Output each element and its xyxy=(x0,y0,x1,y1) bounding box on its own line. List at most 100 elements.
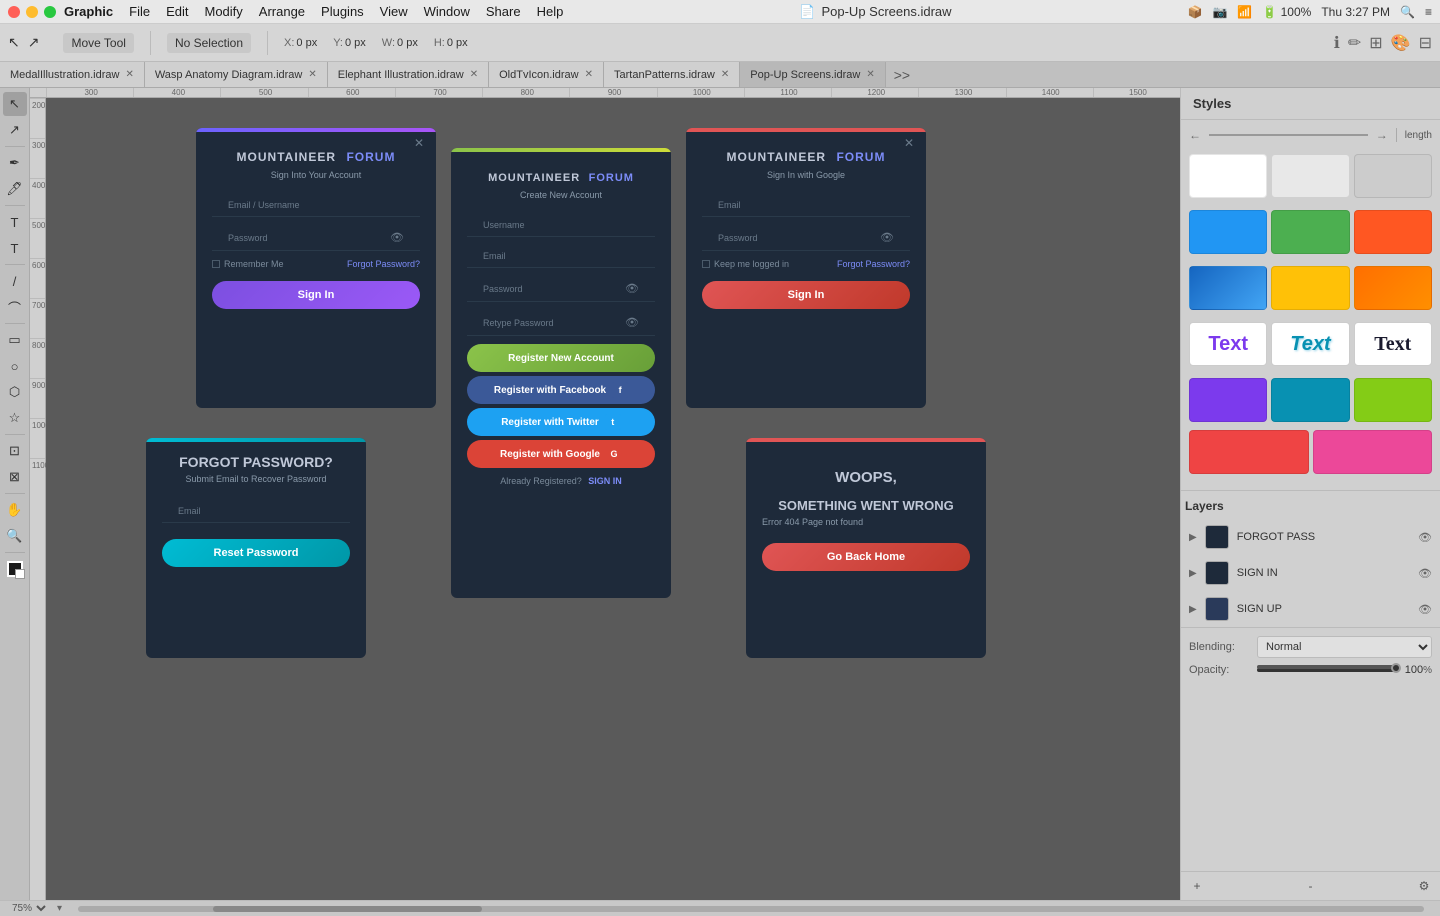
menu-plugins[interactable]: Plugins xyxy=(321,4,364,19)
add-layer-btn[interactable]: + xyxy=(1189,878,1205,894)
tab-oldtv[interactable]: OldTvIcon.idraw ✕ xyxy=(489,62,604,88)
sign-in-link[interactable]: SIGN IN xyxy=(588,476,622,486)
left-arrow-btn[interactable]: ← xyxy=(1189,128,1201,142)
arc-tool[interactable]: ⌒ xyxy=(3,295,27,319)
menu-share[interactable]: Share xyxy=(486,4,521,19)
create-retype-field[interactable]: Retype Password 👁 xyxy=(467,310,655,336)
tab-close-medal[interactable]: ✕ xyxy=(125,69,133,80)
facebook-btn[interactable]: Register with Facebook f xyxy=(467,376,655,404)
card-signin[interactable]: ✕ MOUNTAINEER FORUM Sign Into Your Accou… xyxy=(196,128,436,408)
card-error404[interactable]: WOOPS, SOMETHING WENT WRONG Error 404 Pa… xyxy=(746,438,986,658)
text-swatch-serif[interactable]: Text xyxy=(1354,322,1432,366)
crop-tool[interactable]: ⊠ xyxy=(3,465,27,489)
traffic-lights[interactable] xyxy=(8,6,56,18)
google-forgot-link[interactable]: Forgot Password? xyxy=(837,259,910,269)
minimize-button[interactable] xyxy=(26,6,38,18)
google-btn[interactable]: Register with Google G xyxy=(467,440,655,468)
signin-password-field[interactable]: Password 👁 xyxy=(212,225,420,251)
google-email-field[interactable]: Email xyxy=(702,194,910,217)
go-home-btn[interactable]: Go Back Home xyxy=(762,543,970,571)
pen-icon[interactable]: ✏ xyxy=(1348,33,1361,53)
card-google-signin[interactable]: ✕ MOUNTAINEER FORUM Sign In with Google … xyxy=(686,128,926,408)
direct-select-tool[interactable]: ↗ xyxy=(3,118,27,142)
google-eye-icon[interactable]: 👁 xyxy=(880,231,894,244)
swatch-pink[interactable] xyxy=(1313,430,1433,474)
swatch-orange[interactable] xyxy=(1354,210,1432,254)
layer-signin[interactable]: ▶ SIGN IN 👁 xyxy=(1181,555,1440,591)
swatch-red[interactable] xyxy=(1189,430,1309,474)
signin-close-btn[interactable]: ✕ xyxy=(414,136,428,150)
text-tool[interactable]: T xyxy=(3,210,27,234)
card-forgot-password[interactable]: FORGOT PASSWORD? Submit Email to Recover… xyxy=(146,438,366,658)
tab-tartan[interactable]: TartanPatterns.idraw ✕ xyxy=(604,62,740,88)
paint-icon[interactable]: 🎨 xyxy=(1391,33,1411,53)
right-arrow-btn[interactable]: → xyxy=(1376,128,1388,142)
swatch-white[interactable] xyxy=(1189,154,1267,198)
zoom-tool[interactable]: 🔍 xyxy=(3,524,27,548)
signin-btn[interactable]: Sign In xyxy=(212,281,420,309)
google-signin-btn[interactable]: Sign In xyxy=(702,281,910,309)
tab-popup[interactable]: Pop-Up Screens.idraw ✕ xyxy=(740,62,885,88)
card-create-account[interactable]: MOUNTAINEER FORUM Create New Account Use… xyxy=(451,148,671,598)
fullscreen-button[interactable] xyxy=(44,6,56,18)
select-tool-icon[interactable]: ↖ xyxy=(8,34,20,51)
opacity-slider[interactable] xyxy=(1257,668,1397,672)
swatch-lime[interactable] xyxy=(1354,378,1432,422)
google-remember-checkbox[interactable] xyxy=(702,260,710,268)
create-eye-icon[interactable]: 👁 xyxy=(625,282,639,295)
tab-medal[interactable]: MedalIllustration.idraw ✕ xyxy=(0,62,145,88)
direct-select-icon[interactable]: ↗ xyxy=(28,34,40,51)
tab-close-wasp[interactable]: ✕ xyxy=(308,69,316,80)
rect-tool[interactable]: ▭ xyxy=(3,328,27,352)
text-swatch-bold[interactable]: Text xyxy=(1189,322,1267,366)
tab-close-oldtv[interactable]: ✕ xyxy=(585,69,593,80)
layer-eye-signup[interactable]: 👁 xyxy=(1418,603,1432,616)
grid-icon[interactable]: ⊞ xyxy=(1369,33,1382,53)
swatch-yellow[interactable] xyxy=(1271,266,1349,310)
menu-window[interactable]: Window xyxy=(424,4,470,19)
tab-wasp[interactable]: Wasp Anatomy Diagram.idraw ✕ xyxy=(145,62,328,88)
menu-edit[interactable]: Edit xyxy=(166,4,188,19)
swatch-gray[interactable] xyxy=(1354,154,1432,198)
zoom-select[interactable]: 75% xyxy=(8,902,49,915)
type-tool[interactable]: T xyxy=(3,236,27,260)
circle-tool[interactable]: ○ xyxy=(3,354,27,378)
signin-remember-checkbox[interactable] xyxy=(212,260,220,268)
menu-arrange[interactable]: Arrange xyxy=(259,4,305,19)
tab-close-tartan[interactable]: ✕ xyxy=(721,69,729,80)
brush-tool[interactable]: 🖊 xyxy=(3,177,27,201)
h-scrollbar-track[interactable] xyxy=(78,906,1424,912)
swatch-blue[interactable] xyxy=(1189,210,1267,254)
google-password-field[interactable]: Password 👁 xyxy=(702,225,910,251)
swatch-blue-grad[interactable] xyxy=(1189,266,1267,310)
fill-swatch[interactable] xyxy=(3,557,27,581)
menu-modify[interactable]: Modify xyxy=(204,4,242,19)
google-signin-close-btn[interactable]: ✕ xyxy=(904,136,918,150)
layers-icon[interactable]: ⊟ xyxy=(1419,33,1432,53)
star-tool[interactable]: ☆ xyxy=(3,406,27,430)
signin-email-field[interactable]: Email / Username xyxy=(212,194,420,217)
swatch-green[interactable] xyxy=(1271,210,1349,254)
blending-select[interactable]: Normal xyxy=(1257,636,1432,658)
settings-btn[interactable]: ⚙ xyxy=(1416,878,1432,894)
layer-eye-signin[interactable]: 👁 xyxy=(1418,567,1432,580)
pen-tool[interactable]: ✒ xyxy=(3,151,27,175)
create-email-field[interactable]: Email xyxy=(467,245,655,268)
twitter-btn[interactable]: Register with Twitter t xyxy=(467,408,655,436)
layer-forgot-pass[interactable]: ▶ FORGOT PASS 👁 xyxy=(1181,519,1440,555)
zoom-chevron[interactable]: ▾ xyxy=(57,903,62,914)
tab-overflow[interactable]: >> xyxy=(886,67,918,83)
hand-tool[interactable]: ✋ xyxy=(3,498,27,522)
create-retype-eye-icon[interactable]: 👁 xyxy=(625,316,639,329)
swatch-purple[interactable] xyxy=(1189,378,1267,422)
transform-tool[interactable]: ⊡ xyxy=(3,439,27,463)
delete-layer-btn[interactable]: - xyxy=(1303,878,1319,894)
swatch-cyan[interactable] xyxy=(1271,378,1349,422)
signin-forgot-link[interactable]: Forgot Password? xyxy=(347,259,420,269)
layer-eye-forgot[interactable]: 👁 xyxy=(1418,531,1432,544)
tab-close-elephant[interactable]: ✕ xyxy=(470,69,478,80)
info-icon[interactable]: ℹ xyxy=(1334,33,1340,53)
reset-password-btn[interactable]: Reset Password xyxy=(162,539,350,567)
search-icon[interactable]: 🔍 xyxy=(1400,5,1415,19)
polygon-tool[interactable]: ⬡ xyxy=(3,380,27,404)
